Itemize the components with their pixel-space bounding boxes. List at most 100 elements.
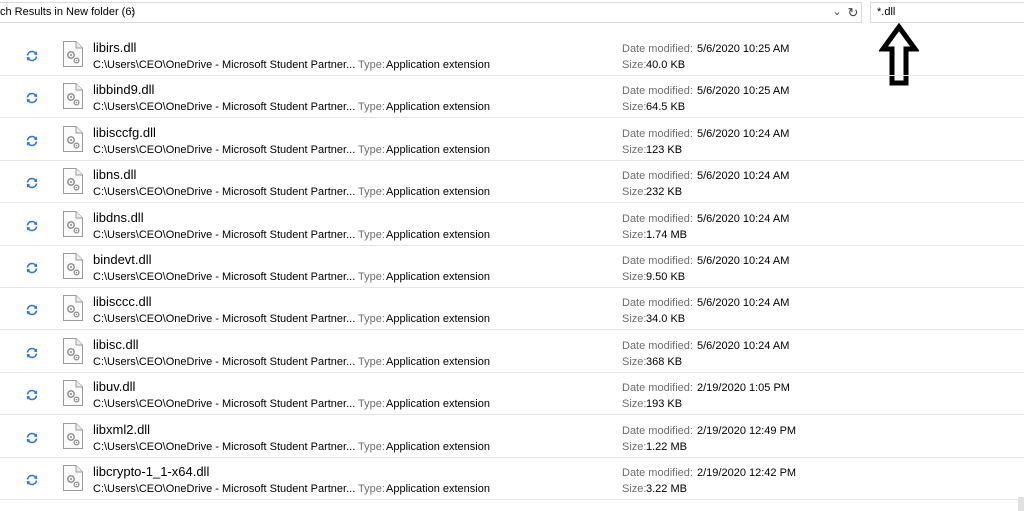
date-modified-value: 5/6/2020 10:24 AM <box>697 213 790 225</box>
file-name[interactable]: libns.dll <box>93 167 136 182</box>
sync-status-icon <box>26 347 38 359</box>
file-path: C:\Users\CEO\OneDrive - Microsoft Studen… <box>93 356 356 368</box>
dll-file-icon <box>63 83 83 109</box>
date-modified-value: 2/19/2020 1:05 PM <box>697 382 790 394</box>
file-size: 123 KB <box>646 144 683 156</box>
scrollbar[interactable] <box>1018 497 1024 511</box>
date-modified-value: 5/6/2020 10:24 AM <box>697 255 790 267</box>
dll-file-icon <box>63 295 83 321</box>
file-row[interactable]: libirs.dll C:\Users\CEO\OneDrive - Micro… <box>0 34 1024 76</box>
refresh-icon[interactable]: ↻ <box>845 3 861 22</box>
size-label: Size: <box>622 186 647 198</box>
search-box[interactable]: *.dll <box>870 2 1024 23</box>
file-path: C:\Users\CEO\OneDrive - Microsoft Studen… <box>93 398 356 410</box>
search-input[interactable]: *.dll <box>877 6 895 18</box>
file-row[interactable]: libdns.dll C:\Users\CEO\OneDrive - Micro… <box>0 204 1024 246</box>
file-row[interactable]: libisc.dll C:\Users\CEO\OneDrive - Micro… <box>0 331 1024 373</box>
file-type: Application extension <box>386 101 490 113</box>
file-size: 9.50 KB <box>646 271 686 283</box>
date-modified-value: 5/6/2020 10:25 AM <box>697 85 790 97</box>
file-row[interactable]: libisccc.dll C:\Users\CEO\OneDrive - Mic… <box>0 288 1024 330</box>
dll-file-icon <box>63 380 83 406</box>
file-name[interactable]: libuv.dll <box>93 379 135 394</box>
type-label: Type: <box>358 101 385 113</box>
dll-file-icon <box>63 253 83 279</box>
file-name[interactable]: libbind9.dll <box>93 82 154 97</box>
file-size: 193 KB <box>646 398 683 410</box>
type-label: Type: <box>358 229 385 241</box>
file-path: C:\Users\CEO\OneDrive - Microsoft Studen… <box>93 144 356 156</box>
file-type: Application extension <box>386 313 490 325</box>
size-label: Size: <box>622 101 647 113</box>
breadcrumb-chevron-icon[interactable]: › <box>131 4 135 19</box>
date-modified-label: Date modified: <box>622 170 693 182</box>
date-modified-value: 5/6/2020 10:24 AM <box>697 340 790 352</box>
file-path: C:\Users\CEO\OneDrive - Microsoft Studen… <box>93 101 356 113</box>
dll-file-icon <box>63 465 83 491</box>
file-row[interactable]: bindevt.dll C:\Users\CEO\OneDrive - Micr… <box>0 246 1024 288</box>
file-type: Application extension <box>386 398 490 410</box>
breadcrumb[interactable]: ch Results in New folder (6) <box>0 6 135 18</box>
date-modified-label: Date modified: <box>622 85 693 97</box>
file-name[interactable]: bindevt.dll <box>93 252 152 267</box>
file-row[interactable]: libns.dll C:\Users\CEO\OneDrive - Micros… <box>0 161 1024 203</box>
dll-file-icon <box>63 126 83 152</box>
file-size: 232 KB <box>646 186 683 198</box>
date-modified-value: 5/6/2020 10:24 AM <box>697 170 790 182</box>
file-row[interactable]: libuv.dll C:\Users\CEO\OneDrive - Micros… <box>0 373 1024 415</box>
file-row[interactable]: libisccfg.dll C:\Users\CEO\OneDrive - Mi… <box>0 119 1024 161</box>
file-row[interactable]: libcrypto-1_1-x64.dll C:\Users\CEO\OneDr… <box>0 458 1024 500</box>
sync-status-icon <box>26 50 38 62</box>
chevron-down-icon[interactable]: ⌄ <box>830 3 844 22</box>
size-label: Size: <box>622 441 647 453</box>
date-modified-value: 5/6/2020 10:24 AM <box>697 297 790 309</box>
size-label: Size: <box>622 59 647 71</box>
file-path: C:\Users\CEO\OneDrive - Microsoft Studen… <box>93 271 356 283</box>
date-modified-value: 2/19/2020 12:42 PM <box>697 467 797 479</box>
file-row[interactable]: libbind9.dll C:\Users\CEO\OneDrive - Mic… <box>0 76 1024 118</box>
file-path: C:\Users\CEO\OneDrive - Microsoft Studen… <box>93 313 356 325</box>
date-modified-label: Date modified: <box>622 467 693 479</box>
file-name[interactable]: libcrypto-1_1-x64.dll <box>93 464 209 479</box>
file-size: 1.22 MB <box>646 441 687 453</box>
file-type: Application extension <box>386 59 490 71</box>
date-modified-value: 5/6/2020 10:25 AM <box>697 43 790 55</box>
dll-file-icon <box>63 338 83 364</box>
file-size: 40.0 KB <box>646 59 686 71</box>
file-path: C:\Users\CEO\OneDrive - Microsoft Studen… <box>93 483 356 495</box>
file-size: 34.0 KB <box>646 313 686 325</box>
file-type: Application extension <box>386 483 490 495</box>
file-type: Application extension <box>386 441 490 453</box>
type-label: Type: <box>358 59 385 71</box>
file-name[interactable]: libirs.dll <box>93 40 136 55</box>
date-modified-label: Date modified: <box>622 297 693 309</box>
file-type: Application extension <box>386 356 490 368</box>
file-row[interactable]: libxml2.dll C:\Users\CEO\OneDrive - Micr… <box>0 416 1024 458</box>
file-type: Application extension <box>386 271 490 283</box>
file-name[interactable]: libxml2.dll <box>93 422 150 437</box>
type-label: Type: <box>358 398 385 410</box>
file-size: 64.5 KB <box>646 101 686 113</box>
sync-status-icon <box>26 177 38 189</box>
file-type: Application extension <box>386 186 490 198</box>
file-path: C:\Users\CEO\OneDrive - Microsoft Studen… <box>93 229 356 241</box>
sync-status-icon <box>26 135 38 147</box>
sync-status-icon <box>26 220 38 232</box>
file-name[interactable]: libisc.dll <box>93 337 139 352</box>
address-bar[interactable]: ch Results in New folder (6) › ⌄ ↻ <box>0 2 862 23</box>
file-type: Application extension <box>386 144 490 156</box>
date-modified-label: Date modified: <box>622 43 693 55</box>
date-modified-value: 5/6/2020 10:24 AM <box>697 128 790 140</box>
file-name[interactable]: libisccc.dll <box>93 294 152 309</box>
sync-status-icon <box>26 474 38 486</box>
type-label: Type: <box>358 271 385 283</box>
date-modified-value: 2/19/2020 12:49 PM <box>697 425 797 437</box>
file-path: C:\Users\CEO\OneDrive - Microsoft Studen… <box>93 59 356 71</box>
file-name[interactable]: libdns.dll <box>93 210 144 225</box>
file-name[interactable]: libisccfg.dll <box>93 125 156 140</box>
sync-status-icon <box>26 262 38 274</box>
type-label: Type: <box>358 144 385 156</box>
type-label: Type: <box>358 356 385 368</box>
size-label: Size: <box>622 483 647 495</box>
file-path: C:\Users\CEO\OneDrive - Microsoft Studen… <box>93 186 356 198</box>
